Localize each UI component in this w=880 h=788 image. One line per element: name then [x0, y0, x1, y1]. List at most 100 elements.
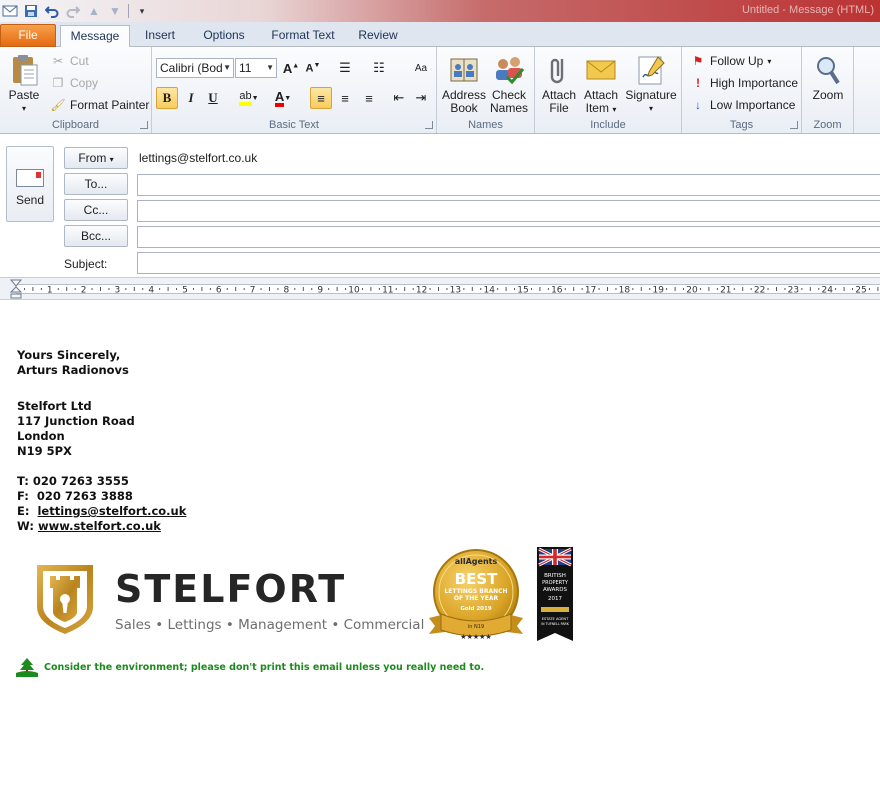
paintbrush-icon: 🖌	[50, 98, 66, 112]
british-property-award-badge: BRITISH PROPERTY AWARDS 2017 ESTATE AGEN…	[537, 547, 573, 641]
award-british-footer2: IN TUFNELL PARK	[541, 622, 570, 626]
numbering-button[interactable]: ☷	[368, 57, 390, 79]
ruler[interactable]: 1 2 3 4 5 6 7 8 9 10 11 12 13 14 15 16 17 18 19 20 21 22 23 24 2…	[0, 278, 880, 300]
font-color-button[interactable]: A ▼	[268, 87, 298, 109]
check-names-button[interactable]: Check Names	[487, 53, 531, 115]
follow-up-button[interactable]: ⚑ Follow Up ▾	[690, 51, 772, 71]
email-link[interactable]: lettings@stelfort.co.uk	[37, 504, 186, 518]
align-right-icon: ≡	[365, 90, 373, 106]
from-button[interactable]: From ▾	[64, 147, 128, 169]
telephone-line: T: 020 7263 3555	[17, 474, 129, 489]
ruler-number: 23	[788, 286, 799, 296]
check-names-label-2: Names	[489, 101, 528, 115]
award-british-line1: BRITISH	[544, 573, 566, 579]
to-field[interactable]	[137, 174, 880, 196]
award-best-line2: LETTINGS BRANCH	[444, 588, 507, 595]
undo-icon[interactable]	[44, 3, 60, 19]
format-painter-button[interactable]: 🖌 Format Painter	[50, 95, 149, 115]
include-group: Attach File Attach Item ▾ Signature ▾ In…	[535, 47, 682, 133]
align-left-button[interactable]: ≡	[310, 87, 332, 109]
highlight-button[interactable]: ab ▼	[234, 87, 264, 109]
from-label: From	[78, 151, 107, 165]
signature-button[interactable]: Signature ▾	[623, 53, 679, 115]
bullets-button[interactable]: ☰	[334, 57, 356, 79]
styles-button[interactable]: Aa	[410, 57, 432, 79]
font-size-combo[interactable]: 11 ▼	[235, 58, 277, 78]
highlighter-icon: ab	[239, 90, 252, 106]
align-right-button[interactable]: ≡	[358, 87, 380, 109]
ruler-number: 2	[81, 286, 87, 296]
save-icon[interactable]	[23, 3, 39, 19]
tab-message[interactable]: Message	[60, 25, 130, 48]
web-label: W:	[17, 519, 34, 533]
tab-insert[interactable]: Insert	[136, 25, 184, 47]
next-item-icon[interactable]: ▼	[107, 3, 123, 19]
tab-format-text[interactable]: Format Text	[264, 25, 342, 47]
indent-marker-icon[interactable]	[9, 279, 23, 299]
redo-icon[interactable]	[65, 3, 81, 19]
send-button[interactable]: Send	[6, 146, 54, 222]
ruler-number: 8	[284, 286, 290, 296]
tags-launcher-icon[interactable]	[790, 121, 798, 129]
website-link[interactable]: www.stelfort.co.uk	[38, 519, 161, 533]
paperclip-icon	[542, 53, 576, 87]
ruler-number: 4	[148, 286, 154, 296]
previous-item-icon[interactable]: ▲	[86, 3, 102, 19]
italic-button[interactable]: I	[180, 87, 202, 109]
underline-button[interactable]: U	[202, 87, 224, 109]
cc-field[interactable]	[137, 200, 880, 222]
cut-button[interactable]: ✂ Cut	[50, 51, 89, 71]
ruler-number: 20	[686, 286, 698, 296]
ruler-number: 19	[652, 286, 664, 296]
from-address: lettings@stelfort.co.uk	[139, 151, 258, 165]
customize-qat-icon[interactable]: ▾	[134, 3, 150, 19]
company-name: Stelfort Ltd	[17, 399, 92, 413]
font-name-combo[interactable]: Calibri (Body) ▼	[156, 58, 234, 78]
tab-review[interactable]: Review	[352, 25, 404, 47]
tab-file[interactable]: File	[0, 24, 56, 47]
bcc-button[interactable]: Bcc...	[64, 225, 128, 247]
numbered-list-icon: ☷	[373, 60, 385, 75]
attach-item-label-2-text: Item	[585, 101, 609, 115]
low-importance-label: Low Importance	[710, 98, 796, 112]
ruler-number: 25	[855, 286, 866, 296]
clipboard-launcher-icon[interactable]	[140, 121, 148, 129]
bold-button[interactable]: B	[156, 87, 178, 109]
ruler-number: 13	[450, 286, 461, 296]
shrink-font-button[interactable]: A▼	[302, 57, 324, 79]
award-area: in N19	[468, 624, 484, 630]
clipboard-group: Paste ▾ ✂ Cut ❐ Copy 🖌 Format Painter Cl…	[0, 47, 152, 133]
copy-button[interactable]: ❐ Copy	[50, 73, 98, 93]
attach-file-button[interactable]: Attach File	[539, 53, 579, 115]
include-group-label: Include	[590, 119, 626, 131]
follow-up-label: Follow Up	[710, 54, 764, 68]
attach-item-button[interactable]: Attach Item ▾	[581, 53, 621, 116]
names-group: Address Book Check Names Names	[437, 47, 535, 133]
bcc-field[interactable]	[137, 226, 880, 248]
grow-font-button[interactable]: A▲	[280, 57, 302, 79]
align-left-icon: ≡	[317, 90, 325, 106]
cc-button[interactable]: Cc...	[64, 199, 128, 221]
postcode: N19 5PX	[17, 444, 72, 458]
increase-indent-button[interactable]: ⇥	[410, 87, 432, 109]
subject-field[interactable]	[137, 252, 880, 274]
outlook-icon[interactable]	[2, 3, 18, 19]
ruler-number: 11	[382, 286, 393, 296]
ruler-number: 22	[754, 286, 765, 296]
ruler-number: 18	[619, 286, 631, 296]
basic-text-launcher-icon[interactable]	[425, 121, 433, 129]
to-button[interactable]: To...	[64, 173, 128, 195]
address-book-button[interactable]: Address Book	[442, 53, 486, 115]
award-stars: ★★★★★	[460, 633, 491, 641]
zoom-button[interactable]: Zoom	[808, 53, 848, 102]
high-importance-button[interactable]: ! High Importance	[690, 73, 798, 93]
low-importance-button[interactable]: ↓ Low Importance	[690, 95, 795, 115]
message-body[interactable]: Yours Sincerely, Arturs Radionovs Stelfo…	[0, 301, 880, 788]
tab-options[interactable]: Options	[196, 25, 252, 47]
ruler-number: 14	[483, 286, 495, 296]
align-center-button[interactable]: ≡	[334, 87, 356, 109]
fax-line: F: 020 7263 3888	[17, 489, 133, 504]
decrease-indent-button[interactable]: ⇤	[388, 87, 410, 109]
paste-button[interactable]: Paste ▾	[4, 53, 44, 115]
tags-group: ⚑ Follow Up ▾ ! High Importance ↓ Low Im…	[682, 47, 802, 133]
